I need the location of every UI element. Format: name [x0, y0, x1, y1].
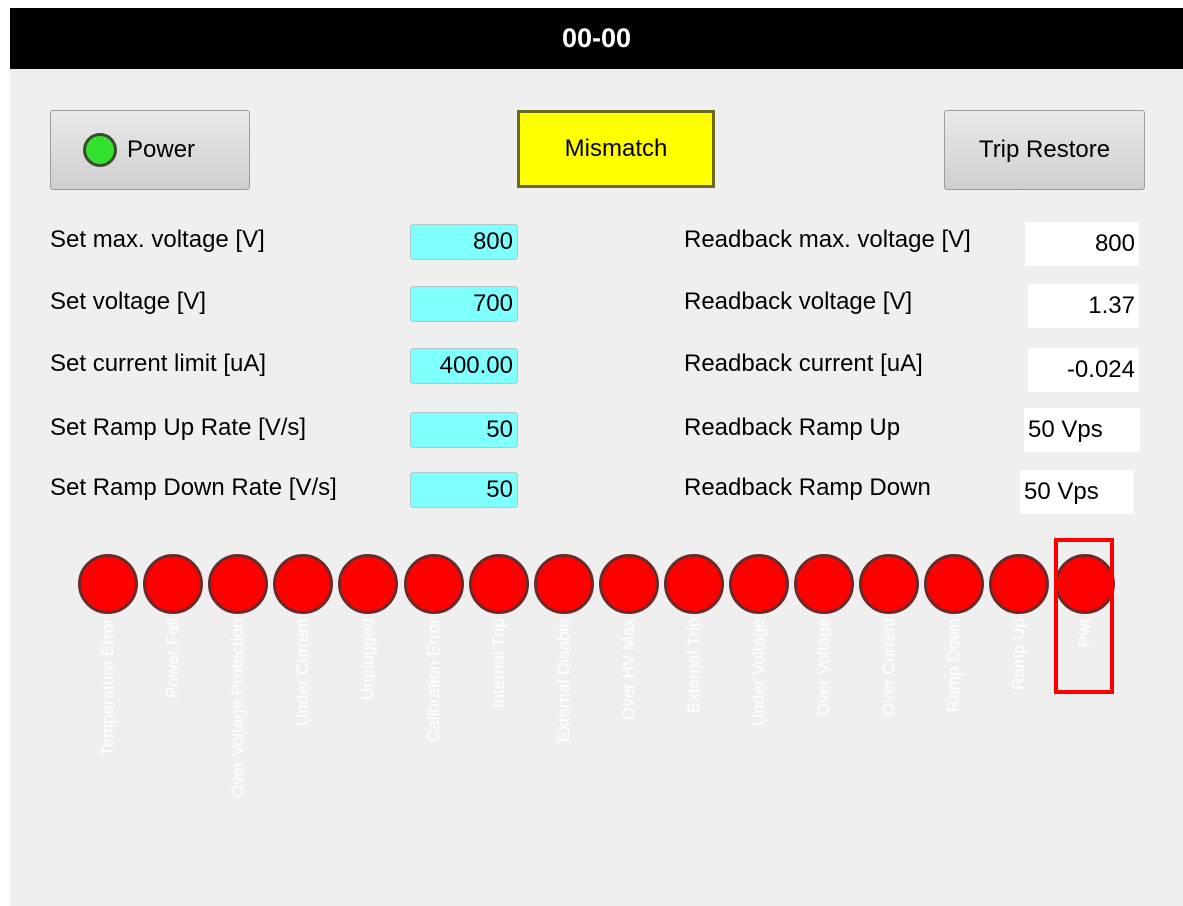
mismatch-status-badge: Mismatch	[517, 110, 715, 188]
status-led-ramp-up-icon	[989, 554, 1050, 614]
status-led-label-ramp-down: Ramp Down	[944, 618, 964, 712]
trip-restore-button[interactable]: Trip Restore	[944, 110, 1145, 190]
status-led-label-external-disable: External Disable	[553, 618, 573, 742]
status-led-ramp-down-icon	[924, 554, 985, 614]
readback-ramp-up-value: 50 Vps	[1024, 408, 1140, 452]
readback-voltage-label: Readback voltage [V]	[684, 288, 913, 315]
trip-restore-label: Trip Restore	[978, 136, 1111, 163]
set-ramp-up-input[interactable]: 50	[410, 412, 518, 448]
readback-ramp-down-value: 50 Vps	[1020, 470, 1134, 514]
status-led-label-calibration-error: Calibration Error	[423, 618, 443, 742]
power-button[interactable]: Power	[50, 110, 250, 190]
status-led-external-trip-icon	[663, 554, 724, 614]
highlight-box	[1054, 538, 1114, 694]
status-led-label-temperature-error: Temperature Error	[98, 618, 117, 756]
status-led-internal-trip-icon	[468, 554, 529, 614]
status-led-label-under-current: Under Current	[293, 618, 313, 726]
status-led-label-over-voltage: Over Voltage	[814, 617, 834, 716]
set-ramp-down-input[interactable]: 50	[410, 472, 518, 508]
readback-max-voltage-label: Readback max. voltage [V]	[684, 226, 971, 253]
set-max-voltage-input[interactable]: 800	[410, 224, 518, 260]
set-current-limit-label: Set current limit [uA]	[50, 350, 267, 377]
readback-current-label: Readback current [uA]	[684, 350, 923, 377]
readback-current-value: -0.024	[1028, 348, 1139, 392]
status-led-label-over-current: Over Current	[879, 617, 899, 716]
set-voltage-label: Set voltage [V]	[50, 288, 207, 315]
status-led-label-unplugged: Unplugged	[358, 617, 378, 700]
status-led-over-hv-max-icon	[598, 554, 659, 614]
window-title: 00-00	[561, 23, 632, 53]
status-led-power-fail-icon	[143, 554, 204, 614]
status-led-calibration-error-icon	[403, 554, 464, 614]
status-led-label-under-voltage: Under Voltage	[749, 618, 768, 726]
power-led-icon	[83, 133, 117, 167]
power-button-label: Power	[127, 136, 196, 163]
status-led-label-ramp-up: Ramp Up	[1009, 618, 1029, 690]
readback-ramp-up-label: Readback Ramp Up	[684, 414, 901, 441]
status-led-label-internal-trip: Internal Trip	[488, 618, 508, 708]
status-led-under-voltage-icon	[729, 554, 789, 614]
control-panel: 00-00 Power Mismatch Trip Restore Set ma…	[10, 8, 1183, 906]
set-max-voltage-label: Set max. voltage [V]	[50, 226, 265, 253]
set-current-limit-input[interactable]: 400.00	[410, 348, 518, 384]
title-bar: 00-00	[10, 8, 1183, 69]
status-led-label-external-trip: External Trip	[683, 617, 703, 713]
set-ramp-up-label: Set Ramp Up Rate [V/s]	[50, 414, 307, 441]
readback-voltage-value: 1.37	[1028, 284, 1139, 328]
status-led-over-voltage-icon	[794, 554, 855, 614]
status-led-over-current-icon	[859, 554, 920, 614]
status-led-label-power-fail: Power Fail	[163, 617, 183, 698]
readback-max-voltage-value: 800	[1025, 222, 1139, 266]
readback-ramp-down-label: Readback Ramp Down	[684, 474, 931, 501]
mismatch-label: Mismatch	[564, 135, 668, 162]
set-voltage-input[interactable]: 700	[410, 286, 518, 322]
status-led-unplugged-icon	[338, 554, 399, 614]
status-led-temperature-error-icon	[78, 554, 138, 614]
status-led-label-over-hv-max: Over HV Max	[618, 617, 638, 720]
status-led-external-disable-icon	[533, 554, 594, 614]
status-led-label-over-voltage-protection: Over Voltage Protection	[228, 618, 248, 798]
status-led-under-current-icon	[273, 554, 334, 614]
status-led-over-voltage-protection-icon	[208, 554, 269, 614]
set-ramp-down-label: Set Ramp Down Rate [V/s]	[50, 474, 337, 501]
